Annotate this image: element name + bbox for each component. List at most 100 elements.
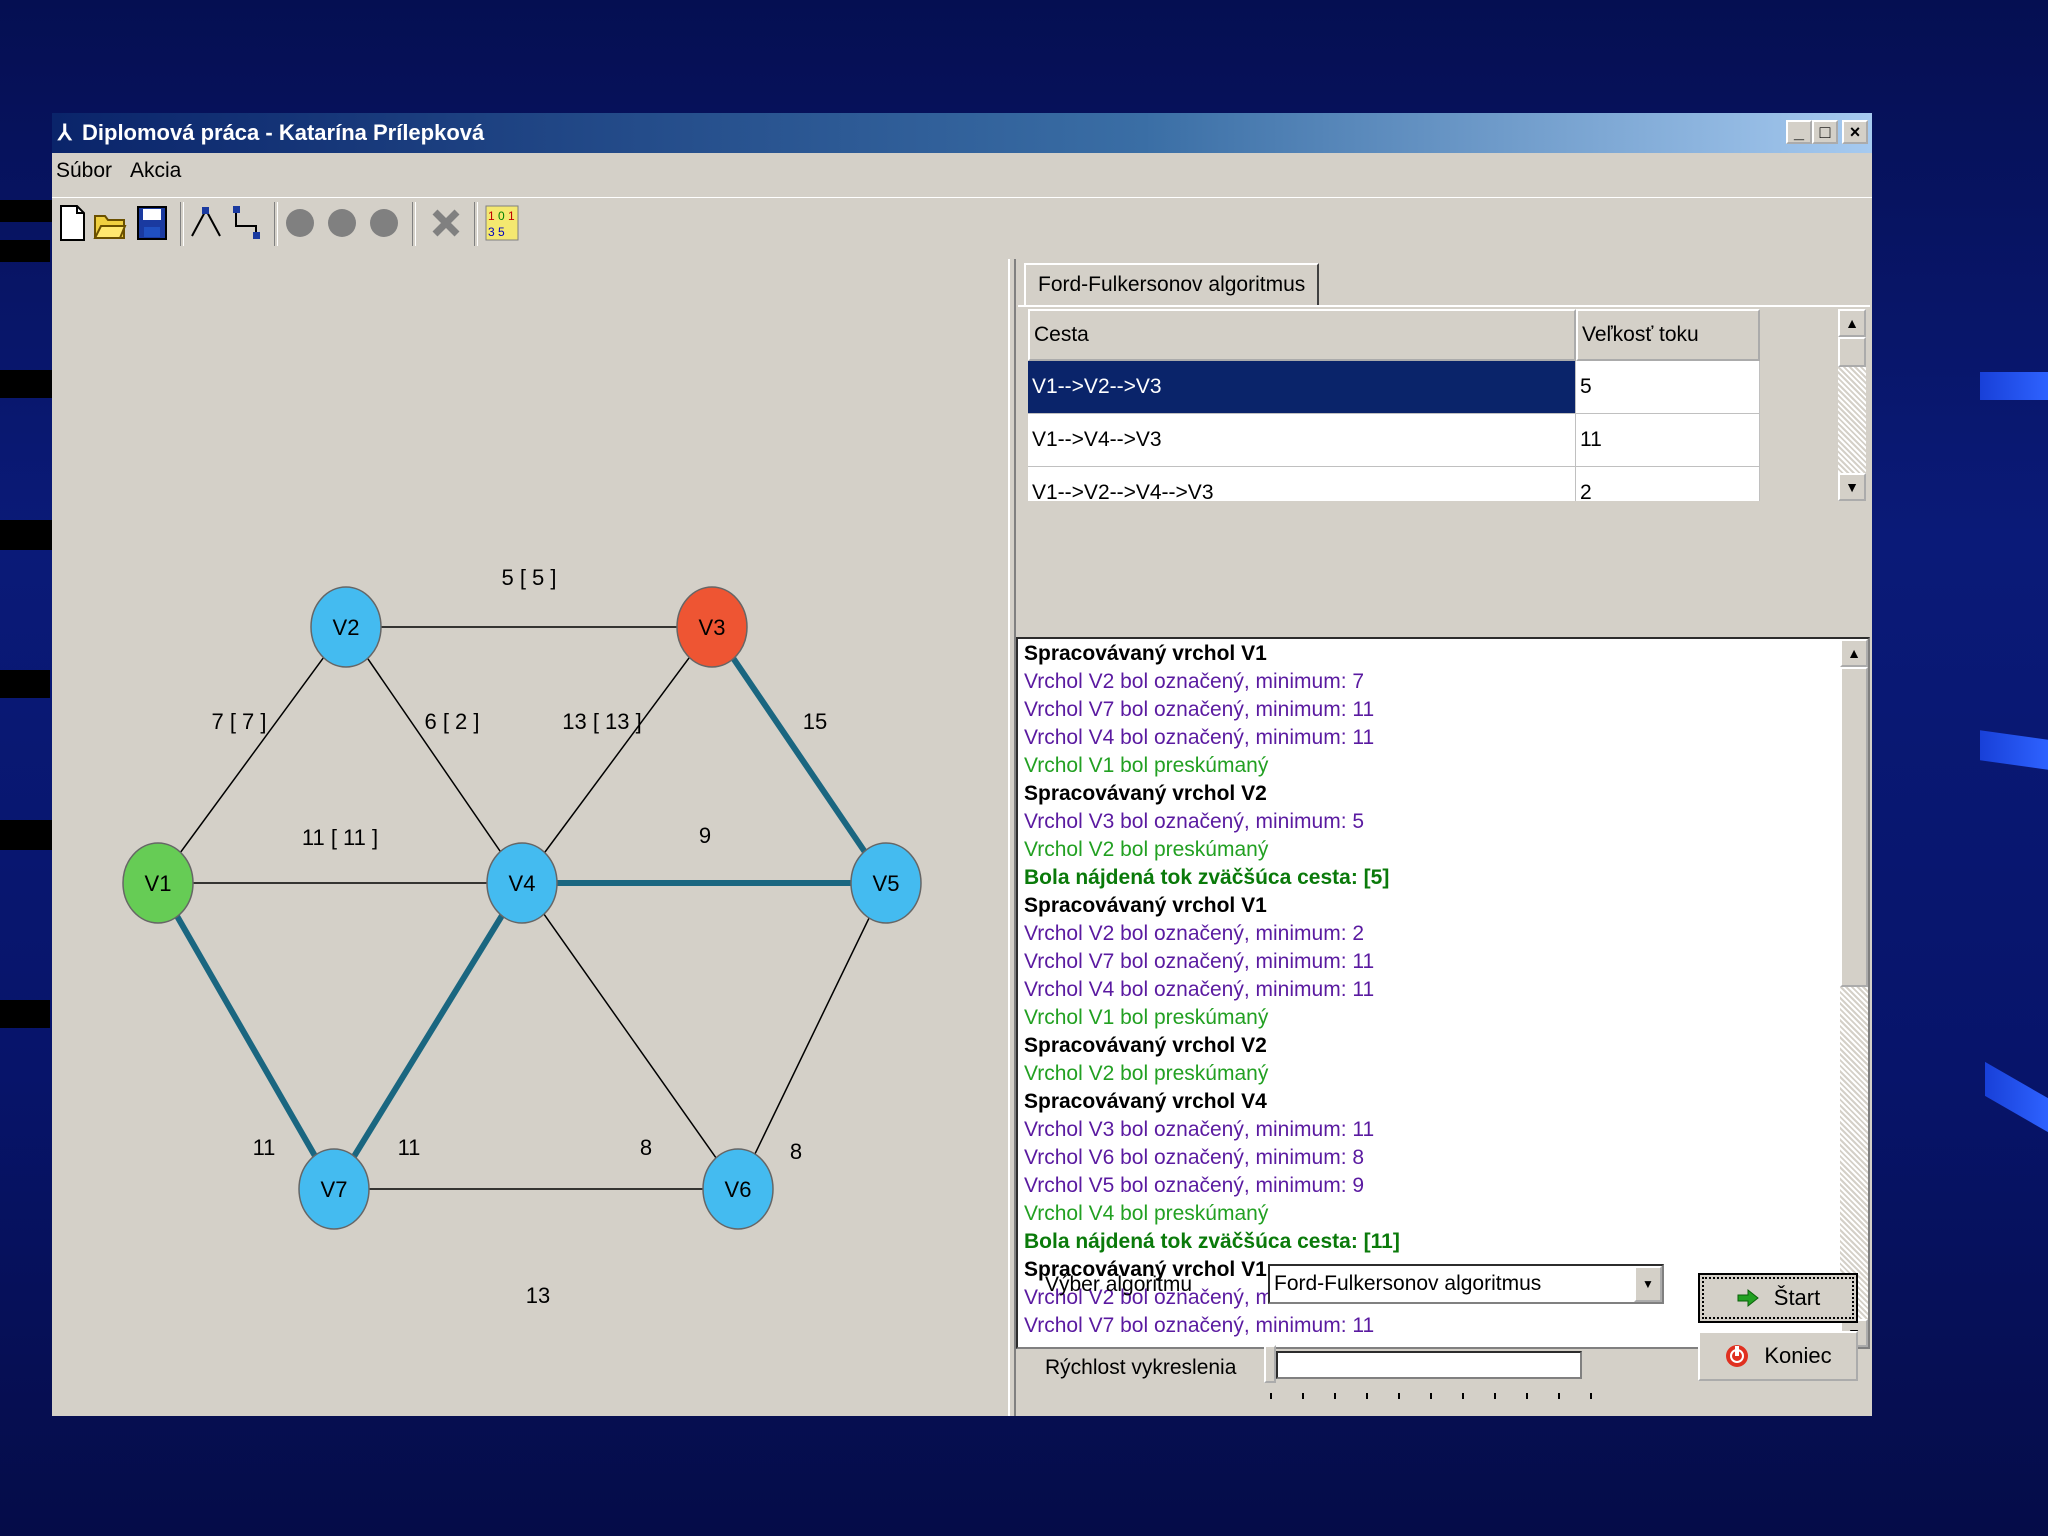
table-cell-path[interactable]: V1-->V4-->V3 — [1028, 414, 1576, 467]
log-line: Vrchol V2 bol preskúmaný — [1024, 1062, 1269, 1085]
toolbar-separator — [474, 202, 478, 246]
right-panel: Ford-Fulkersonov algoritmus Cesta Veľkos… — [1016, 259, 1872, 1416]
bg-stripe — [0, 240, 50, 262]
close-button[interactable]: × — [1842, 120, 1868, 144]
log-line: Vrchol V7 bol označený, minimum: 11 — [1024, 1314, 1375, 1337]
bg-glow — [1980, 372, 2048, 400]
log-line: Vrchol V4 bol označený, minimum: 11 — [1024, 726, 1375, 749]
table-cell-path[interactable]: V1-->V2-->V4-->V3 — [1028, 467, 1576, 501]
bg-stripe — [0, 670, 50, 698]
node-gray-1-icon[interactable] — [280, 200, 320, 246]
chevron-down-icon[interactable]: ▼ — [1634, 1266, 1662, 1302]
bg-stripe — [0, 200, 60, 222]
algorithm-select[interactable]: Ford-Fulkersonov algoritmus ▼ — [1268, 1264, 1664, 1304]
graph-node-label: V2 — [333, 615, 360, 640]
splitter[interactable] — [1008, 259, 1016, 1416]
log-line: Vrchol V6 bol označený, minimum: 8 — [1024, 1146, 1365, 1169]
graph-edge-v4-v6[interactable] — [521, 882, 739, 1190]
graph-edge-v4-v3[interactable] — [521, 626, 713, 884]
scroll-down-button[interactable]: ▼ — [1838, 473, 1866, 501]
scroll-up-button[interactable]: ▲ — [1838, 309, 1866, 337]
minimize-button[interactable]: _ — [1786, 120, 1812, 144]
tab-ford-fulkerson[interactable]: Ford-Fulkersonov algoritmus — [1024, 263, 1320, 307]
table-cell-flow[interactable]: 5 — [1576, 361, 1760, 414]
menu-bar: Súbor Akcia — [52, 153, 1872, 189]
log-line: Vrchol V1 bol preskúmaný — [1024, 1006, 1269, 1029]
column-header-cesta[interactable]: Cesta — [1028, 309, 1576, 361]
edge-label: 9 — [699, 823, 711, 848]
scroll-thumb[interactable] — [1838, 337, 1866, 367]
table-cell-flow[interactable]: 11 — [1576, 414, 1760, 467]
path-tool-icon[interactable] — [228, 200, 268, 246]
edge-tool-icon[interactable] — [186, 200, 226, 246]
svg-text:1: 1 — [488, 209, 495, 223]
table-scrollbar[interactable]: ▲ ▼ — [1838, 309, 1866, 501]
graph-edge-v3-v5[interactable] — [709, 625, 889, 885]
paths-table: Cesta Veľkosť toku V1-->V2-->V3 5 V1-->V… — [1028, 309, 1868, 501]
edge-label: 5 [ 5 ] — [501, 565, 556, 590]
app-window: ⅄ Diplomová práca - Katarína Prílepková … — [52, 113, 1872, 1416]
edge-label: 11 [ 11 ] — [302, 825, 378, 850]
graph-edge-v1-v7[interactable] — [155, 881, 337, 1191]
slider-tick — [1526, 1393, 1528, 1399]
slider-tick — [1430, 1393, 1432, 1399]
log-line: Vrchol V3 bol označený, minimum: 5 — [1024, 810, 1365, 833]
toolbar-separator — [274, 202, 278, 246]
log-scrollbar[interactable]: ▲ ▼ — [1840, 639, 1868, 1347]
maximize-button[interactable]: □ — [1812, 120, 1838, 144]
speed-slider[interactable] — [1276, 1351, 1582, 1379]
speed-label: Rýchlost vykreslenia — [1045, 1356, 1237, 1379]
end-button[interactable]: Koniec — [1698, 1331, 1858, 1381]
log-line: Spracovávaný vrchol V1 — [1024, 894, 1267, 917]
graph-edge-v5-v6[interactable] — [737, 882, 887, 1190]
bg-stripe — [0, 1000, 50, 1028]
new-file-icon[interactable] — [52, 200, 92, 246]
start-button-label: Štart — [1773, 1285, 1821, 1310]
menu-akcia[interactable]: Akcia — [130, 159, 181, 183]
graph-node-label: V3 — [699, 615, 726, 640]
bg-stripe — [0, 820, 55, 850]
slider-tick — [1366, 1393, 1368, 1399]
log-line: Vrchol V2 bol preskúmaný — [1024, 838, 1269, 861]
save-icon[interactable] — [132, 200, 172, 246]
graph-node-label: V5 — [873, 871, 900, 896]
toolbar: 1 0 1 3 5 — [52, 197, 1872, 254]
algorithm-label: Výber algoritmu — [1045, 1273, 1193, 1296]
edge-label: 11 — [253, 1135, 276, 1160]
edge-label: 6 [ 2 ] — [424, 709, 479, 734]
number-grid-icon[interactable]: 1 0 1 3 5 — [482, 200, 522, 246]
title-bar[interactable]: ⅄ Diplomová práca - Katarína Prílepková … — [52, 113, 1872, 153]
edge-label: 8 — [790, 1139, 802, 1164]
graph-edge-v7-v4[interactable] — [331, 881, 525, 1191]
column-header-velkost-toku[interactable]: Veľkosť toku — [1576, 309, 1760, 361]
edge-label: 13 — [526, 1283, 550, 1308]
bg-glow — [1980, 730, 2048, 770]
open-folder-icon[interactable] — [90, 200, 130, 246]
log-line: Vrchol V5 bol označený, minimum: 9 — [1024, 1174, 1365, 1197]
table-cell-flow[interactable]: 2 — [1576, 467, 1760, 501]
table-cell-path[interactable]: V1-->V2-->V3 — [1028, 361, 1576, 414]
node-gray-3-icon[interactable] — [364, 200, 404, 246]
log-line: Vrchol V1 bol preskúmaný — [1024, 754, 1269, 777]
menu-subor[interactable]: Súbor — [56, 159, 112, 183]
node-gray-2-icon[interactable] — [322, 200, 362, 246]
scroll-up-button[interactable]: ▲ — [1840, 639, 1868, 667]
edge-label: 7 [ 7 ] — [211, 709, 266, 734]
log-line: Vrchol V2 bol označený, minimum: 7 — [1024, 670, 1365, 693]
start-button[interactable]: Štart — [1698, 1273, 1858, 1323]
graph-node-label: V1 — [145, 871, 172, 896]
graph-node-label: V7 — [321, 1177, 348, 1202]
algorithm-log[interactable]: Spracovávaný vrchol V1 Vrchol V2 bol ozna… — [1016, 637, 1870, 1349]
svg-text:0: 0 — [498, 209, 505, 223]
log-line: Vrchol V4 bol preskúmaný — [1024, 1202, 1269, 1225]
graph-view[interactable]: 5 [ 5 ] 7 [ 7 ] 6 [ 2 ] 13 [ 13 ] 15 11 [ 11 … — [52, 259, 1008, 1416]
toolbar-separator — [412, 202, 416, 246]
slider-tick — [1462, 1393, 1464, 1399]
bg-stripe — [0, 370, 55, 398]
bg-stripe — [0, 520, 55, 550]
delete-icon[interactable] — [426, 200, 466, 246]
svg-text:5: 5 — [498, 225, 505, 239]
scroll-thumb[interactable] — [1840, 667, 1868, 987]
speed-slider-thumb[interactable] — [1264, 1345, 1276, 1383]
graph-canvas[interactable]: 5 [ 5 ] 7 [ 7 ] 6 [ 2 ] 13 [ 13 ] 15 11 [ 11 … — [52, 259, 1008, 1416]
